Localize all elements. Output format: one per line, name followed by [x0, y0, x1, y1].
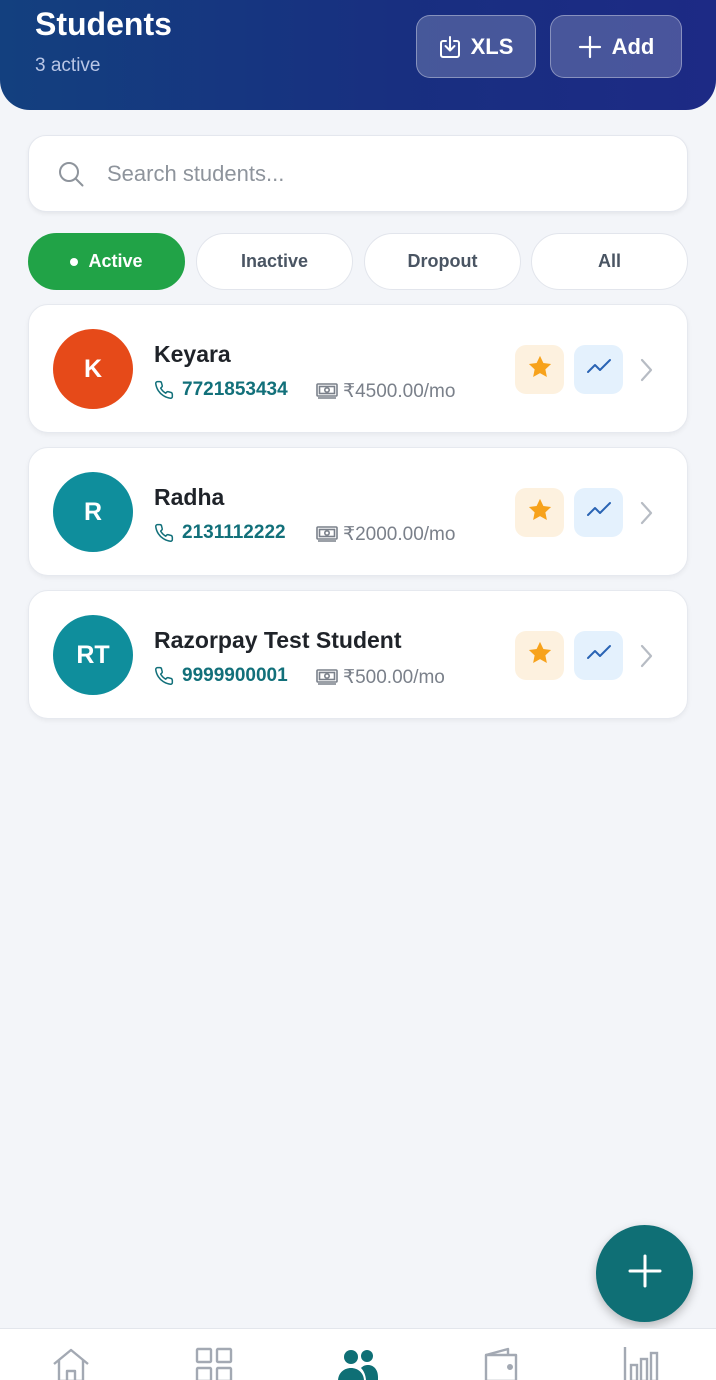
student-fee: ₹500.00/mo [343, 667, 445, 688]
star-icon [526, 639, 554, 672]
star-icon [526, 353, 554, 386]
trend-icon [585, 499, 613, 526]
download-icon [439, 35, 461, 59]
filter-inactive[interactable]: Inactive [196, 233, 353, 290]
student-phone[interactable]: 9999900001 [182, 665, 288, 687]
progress-button[interactable] [574, 631, 623, 680]
page-title: Students [35, 6, 172, 42]
favorite-button[interactable] [515, 345, 564, 394]
favorite-button[interactable] [515, 631, 564, 680]
student-card[interactable]: R Radha 2131112222 ₹2000.00/mo [28, 447, 688, 576]
student-fee: ₹2000.00/mo [343, 524, 456, 545]
phone-icon [154, 666, 174, 691]
bottom-nav [0, 1328, 716, 1380]
filter-dropout[interactable]: Dropout [364, 233, 521, 290]
users-icon[interactable] [337, 1347, 379, 1380]
student-card[interactable]: RT Razorpay Test Student 9999900001 ₹500… [28, 590, 688, 719]
export-xls-button[interactable]: XLS [416, 15, 536, 78]
student-name: Keyara [154, 341, 231, 367]
student-phone[interactable]: 7721853434 [182, 379, 288, 401]
chevron-right-icon[interactable] [637, 500, 655, 531]
filter-label: Dropout [407, 251, 478, 271]
students-screen: Students 3 active XLS Add Search student… [0, 0, 716, 1380]
avatar: RT [53, 615, 133, 695]
export-label: XLS [470, 33, 514, 59]
trend-icon [585, 356, 613, 383]
add-label: Add [611, 33, 655, 59]
progress-button[interactable] [574, 345, 623, 394]
star-icon [526, 496, 554, 529]
favorite-button[interactable] [515, 488, 564, 537]
progress-button[interactable] [574, 488, 623, 537]
avatar: R [53, 472, 133, 552]
student-phone[interactable]: 2131112222 [182, 522, 286, 544]
plus-icon [627, 1253, 663, 1294]
active-count: 3 active [35, 55, 101, 76]
cash-icon [316, 524, 338, 547]
bar-chart-icon[interactable] [623, 1347, 663, 1380]
search-bar [28, 135, 688, 212]
home-icon[interactable] [51, 1347, 91, 1380]
student-card[interactable]: K Keyara 7721853434 ₹4500.00/mo [28, 304, 688, 433]
wallet-icon[interactable] [481, 1347, 521, 1380]
filter-label: All [597, 251, 621, 271]
student-fee: ₹4500.00/mo [343, 381, 456, 402]
header: Students 3 active XLS Add [0, 0, 716, 110]
grid-icon[interactable] [195, 1347, 233, 1380]
add-student-fab[interactable] [596, 1225, 693, 1322]
filter-active[interactable]: Active [28, 233, 185, 290]
plus-icon [578, 35, 602, 59]
phone-icon [154, 523, 174, 548]
filter-label: Active [88, 251, 143, 271]
cash-icon [316, 381, 338, 404]
search-input[interactable] [107, 154, 667, 194]
trend-icon [585, 642, 613, 669]
student-name: Radha [154, 484, 225, 510]
student-name: Razorpay Test Student [154, 627, 402, 653]
chevron-right-icon[interactable] [637, 643, 655, 674]
search-icon [57, 160, 85, 193]
add-student-button[interactable]: Add [550, 15, 682, 78]
filter-label: Inactive [240, 251, 309, 271]
selected-dot-icon [70, 257, 79, 266]
filter-all[interactable]: All [531, 233, 688, 290]
chevron-right-icon[interactable] [637, 357, 655, 388]
cash-icon [316, 667, 338, 690]
phone-icon [154, 380, 174, 405]
avatar: K [53, 329, 133, 409]
